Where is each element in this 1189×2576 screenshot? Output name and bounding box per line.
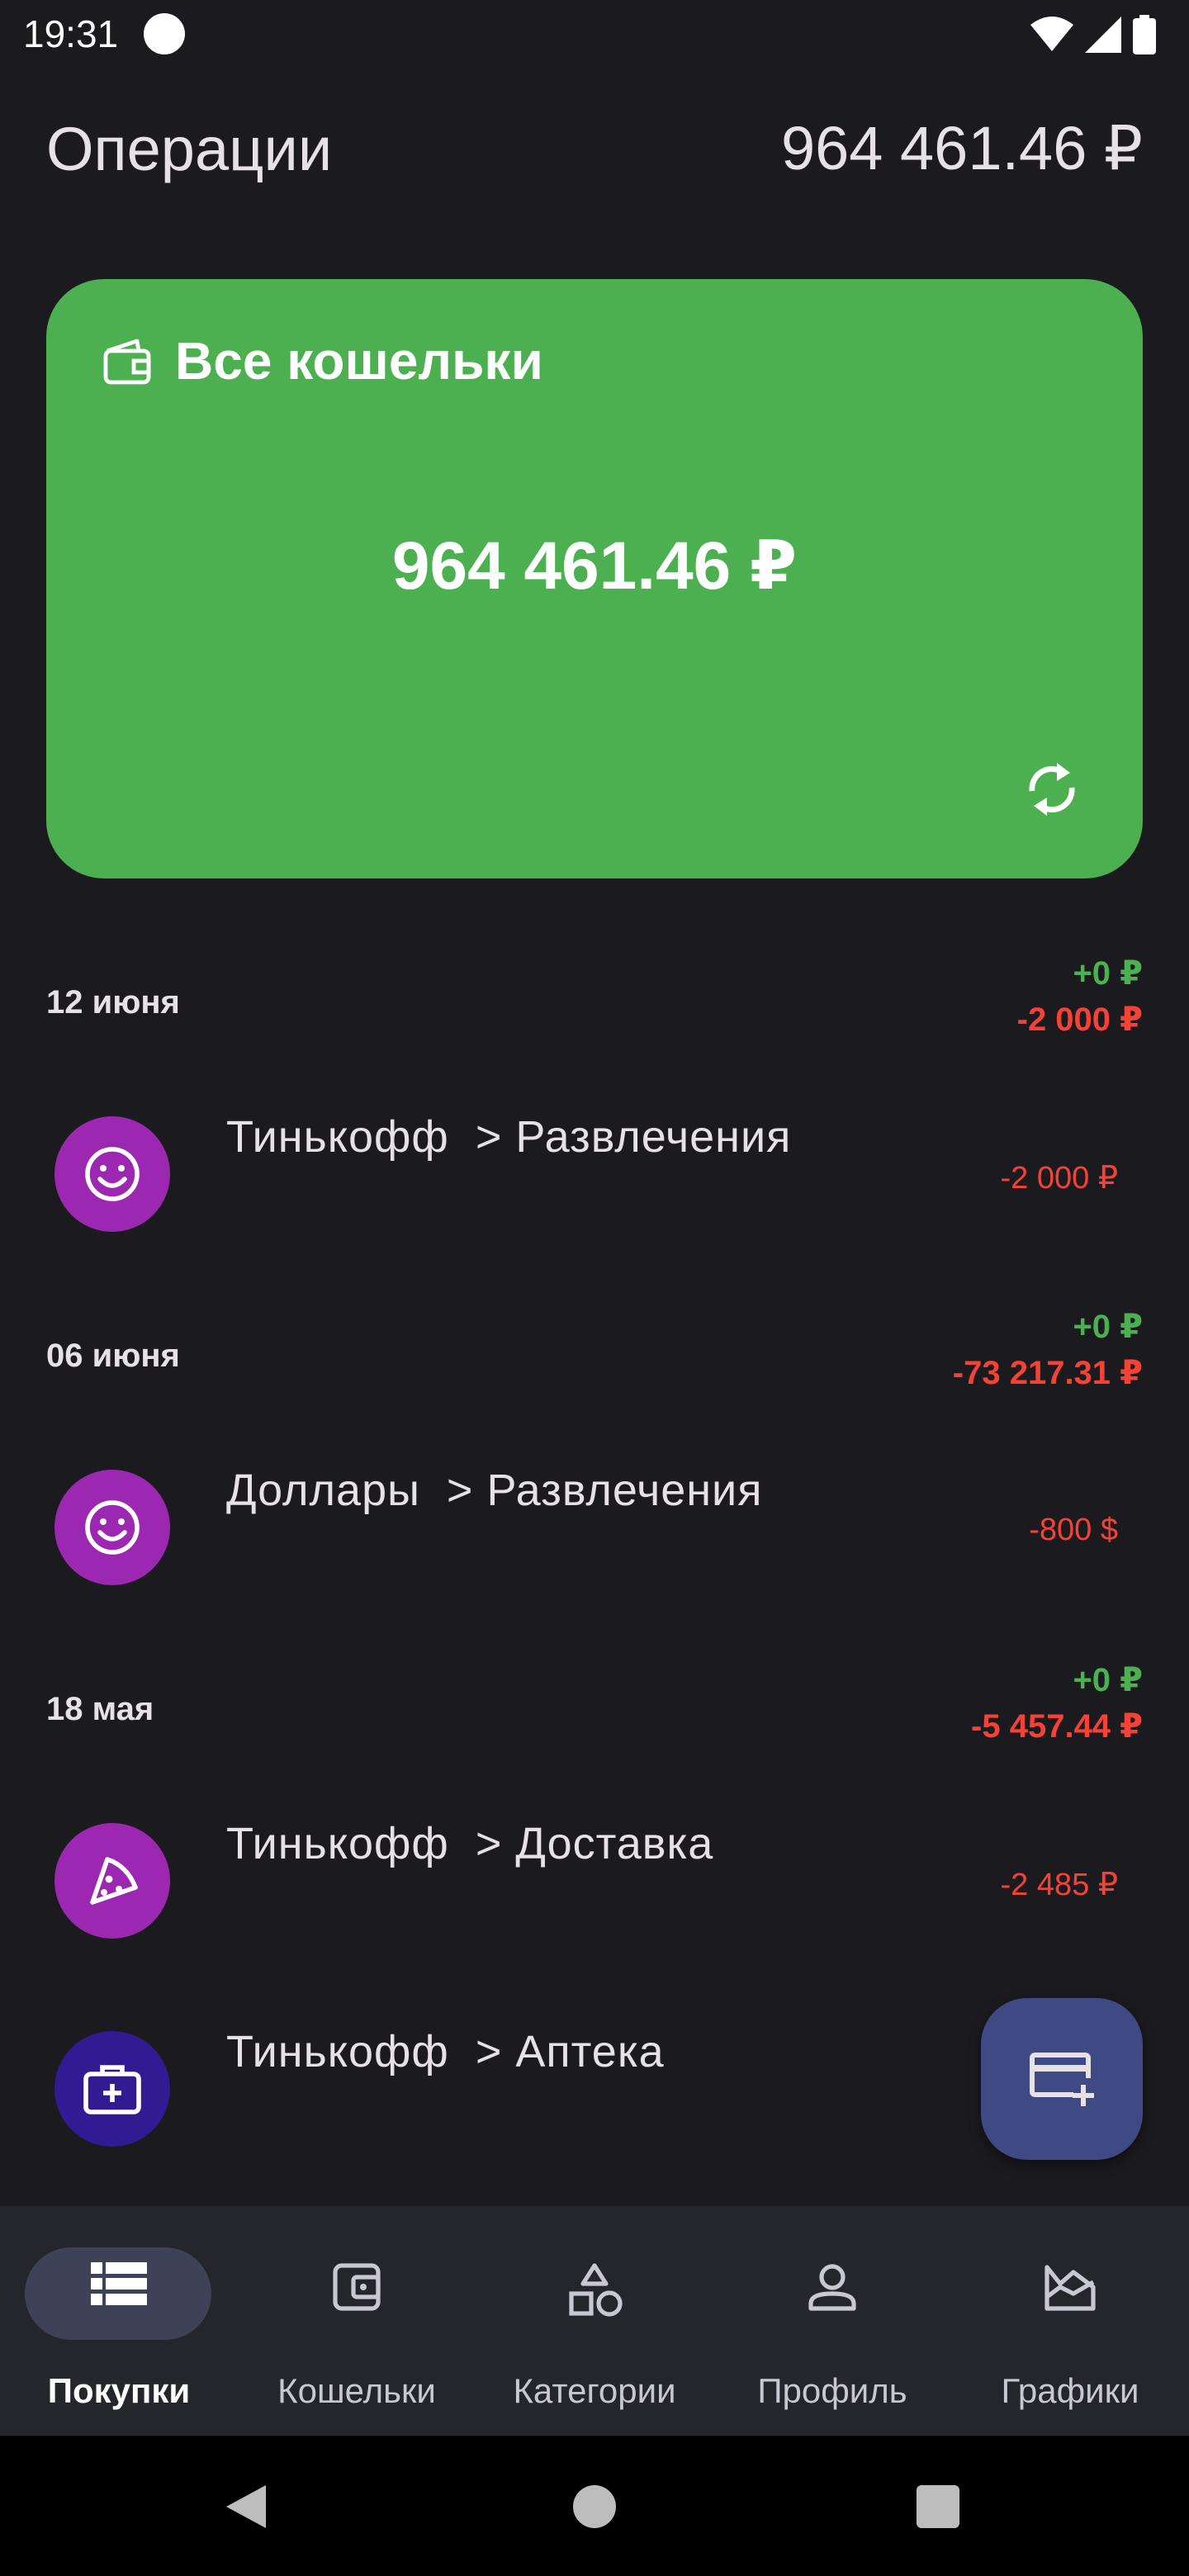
nav-item-purchases[interactable]: Покупки <box>0 2206 238 2436</box>
back-icon[interactable] <box>223 2482 269 2531</box>
nav-item-charts[interactable]: Графики <box>951 2206 1189 2436</box>
nav-label: Профиль <box>757 2371 907 2410</box>
header-total-balance: 964 461.46 ₽ <box>780 114 1143 182</box>
wallet-icon <box>103 339 151 385</box>
sync-icon <box>1029 763 1075 816</box>
day-header: 12 июня +0 ₽ -2 000 ₽ <box>46 954 1143 1045</box>
cell-signal-icon <box>1085 17 1121 53</box>
battery-icon <box>1133 15 1156 54</box>
smile-icon <box>85 1500 140 1555</box>
system-navigation-bar <box>0 2436 1189 2576</box>
day-date: 06 июня <box>46 1338 180 1374</box>
day-expense-total: -73 217.31 ₽ <box>952 1355 1143 1391</box>
status-time: 19:31 <box>23 12 119 55</box>
nav-label: Категории <box>513 2371 676 2410</box>
nav-item-wallets[interactable]: Кошельки <box>238 2206 476 2436</box>
wallet-card-header: Все кошельки <box>101 330 543 391</box>
nav-label: Покупки <box>47 2371 191 2410</box>
operation-amount: -2 000 ₽ <box>1000 1161 1118 1196</box>
operation-row[interactable]: Доллары > Развлечения -800 $ <box>0 1437 1189 1593</box>
category-avatar <box>54 1470 170 1585</box>
smile-icon <box>85 1147 140 1201</box>
operation-row[interactable]: Тинькофф > Доставка -2 485 ₽ <box>0 1790 1189 1947</box>
category-avatar <box>54 1116 170 1232</box>
operation-title: Доллары > Развлечения <box>226 1466 763 1515</box>
shapes-icon <box>569 2263 623 2317</box>
wallet-balance: 964 461.46 ₽ <box>391 528 798 604</box>
day-expense-total: -2 000 ₽ <box>1016 1002 1143 1038</box>
sync-button[interactable] <box>1019 756 1085 822</box>
day-income-total: +0 ₽ <box>1073 1662 1143 1698</box>
operation-title: Тинькофф > Аптека <box>226 2027 665 2076</box>
medical-kit-icon <box>83 2065 141 2114</box>
wallet-name: Все кошельки <box>175 331 543 391</box>
add-card-icon <box>1030 2053 1094 2106</box>
day-date: 12 июня <box>46 984 180 1020</box>
wallet-icon <box>333 2263 381 2311</box>
wallet-card[interactable]: Все кошельки 964 461.46 ₽ <box>46 279 1143 878</box>
person-icon <box>808 2264 856 2311</box>
day-header: 06 июня +0 ₽ -73 217.31 ₽ <box>46 1308 1143 1399</box>
day-income-total: +0 ₽ <box>1073 955 1143 992</box>
nav-item-profile[interactable]: Профиль <box>713 2206 951 2436</box>
operation-amount: -800 $ <box>1029 1513 1118 1547</box>
recents-icon[interactable] <box>917 2485 959 2528</box>
day-expense-total: -5 457.44 ₽ <box>971 1708 1143 1745</box>
operations-screen: 19:31 Операции 964 461.46 ₽ Все кошельки… <box>0 0 1189 2576</box>
status-icons <box>1030 13 1156 56</box>
category-avatar <box>54 2031 170 2147</box>
operation-title: Тинькофф > Доставка <box>226 1819 714 1868</box>
nav-label: Графики <box>1001 2371 1139 2410</box>
operation-row[interactable]: Тинькофф > Развлечения -2 000 ₽ <box>0 1083 1189 1240</box>
day-header: 18 мая +0 ₽ -5 457.44 ₽ <box>46 1661 1143 1752</box>
nav-label: Кошельки <box>277 2371 436 2410</box>
day-date: 18 мая <box>46 1691 154 1727</box>
status-bar: 19:31 <box>0 0 1189 69</box>
nav-item-categories[interactable]: Категории <box>476 2206 713 2436</box>
add-operation-fab[interactable] <box>981 1998 1143 2160</box>
wifi-icon <box>1030 17 1073 51</box>
operation-amount: -2 485 ₽ <box>1000 1868 1118 1902</box>
bottom-navigation: Покупки Кошельки Категории Профиль Графи… <box>0 2206 1189 2436</box>
page-title: Операции <box>46 114 333 183</box>
category-avatar <box>54 1823 170 1939</box>
list-icon <box>91 2262 147 2305</box>
app-header: Операции 964 461.46 ₽ <box>46 107 1143 190</box>
day-income-total: +0 ₽ <box>1073 1309 1143 1345</box>
pizza-icon <box>90 1857 138 1905</box>
operation-title: Тинькофф > Развлечения <box>226 1112 792 1162</box>
chart-icon <box>1045 2265 1096 2311</box>
home-icon[interactable] <box>573 2485 616 2528</box>
notification-dot-icon <box>144 13 185 54</box>
